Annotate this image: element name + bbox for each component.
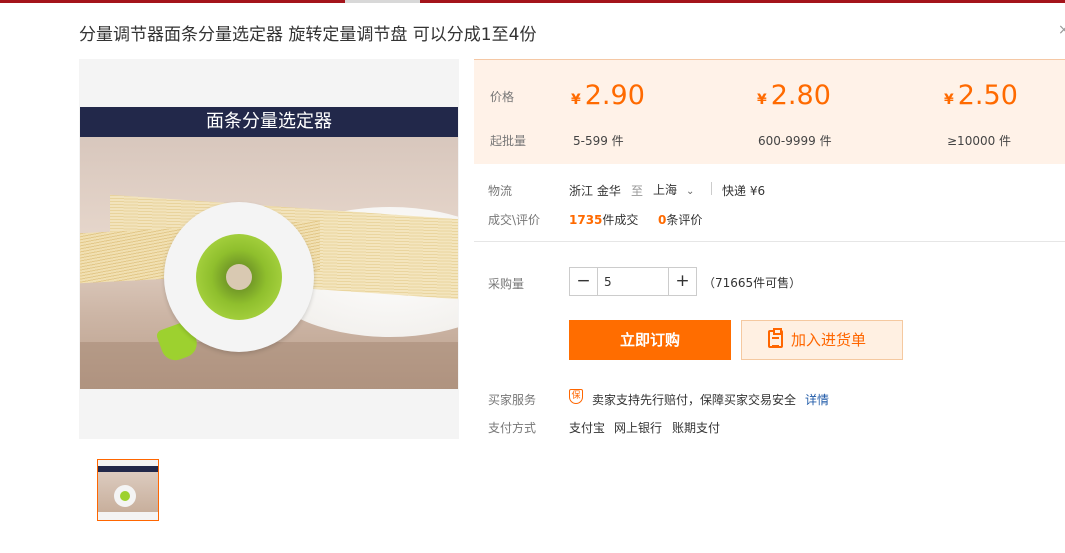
increase-button[interactable]: + [668,268,696,295]
quantity-range-3: ≥10000 件 [947,134,1012,148]
quantity-range-1: 5-599 件 [573,134,624,148]
payment-label: 支付方式 [488,421,537,435]
quantity-label: 采购量 [488,277,525,291]
top-bar-highlight [345,0,420,3]
clipboard-icon [768,328,783,348]
add-to-list-label: 加入进货单 [791,331,867,349]
divider-vertical [711,182,712,195]
price-tier-2: ¥2.80 [757,80,831,111]
deal-count-suffix: 件成交 [602,213,639,227]
logistics-label: 物流 [488,184,513,198]
review-count[interactable]: 0条评价 [658,211,702,228]
ship-from: 浙江 金华 [569,184,621,198]
ship-to-select[interactable]: 上海 ⌄ [653,181,694,198]
service-details-link[interactable]: 详情 [805,391,829,408]
portion-tool-aperture [196,234,282,320]
decrease-button[interactable]: − [570,268,598,295]
price-value: 2.50 [957,80,1018,111]
product-image-gallery[interactable]: 面条分量选定器 [79,59,459,439]
deals-label: 成交\评价 [488,213,541,227]
thumbnail-tool [114,485,136,507]
thumbnail-tool-center [120,491,130,501]
product-title: 分量调节器面条分量选定器 旋转定量调节盘 可以分成1至4份 [79,25,537,45]
chevron-down-icon: ⌄ [686,186,695,197]
product-photo [80,137,458,389]
price-tier-3: ¥2.50 [944,80,1018,111]
price-label: 价格 [490,90,515,104]
currency-symbol: ¥ [757,92,767,108]
price-value: 2.90 [584,80,645,111]
close-icon[interactable]: × [1058,22,1065,38]
review-count-suffix: 条评价 [666,213,703,227]
quantity-stepper: − + [569,267,697,296]
services-label: 买家服务 [488,393,537,407]
price-value: 2.80 [770,80,831,111]
image-banner: 面条分量选定器 [80,107,458,137]
payment-method: 支付宝 [569,421,606,435]
ship-to-value: 上海 [653,183,678,197]
portion-tool-center [226,264,252,290]
top-bar [0,0,1065,3]
section-divider [474,241,1065,242]
moq-label: 起批量 [490,134,527,148]
available-stock: （71665件可售） [703,276,802,290]
deal-count-value: 1735 [569,213,603,227]
ship-to-word: 至 [631,184,644,198]
deal-count[interactable]: 1735件成交 [569,211,638,228]
express-fee: 快递 ¥6 [722,184,766,198]
payment-method: 账期支付 [672,421,721,435]
table-surface [80,342,458,389]
add-to-list-button[interactable]: 加入进货单 [741,320,903,360]
quantity-range-2: 600-9999 件 [758,134,832,148]
price-tier-1: ¥2.90 [571,80,645,111]
currency-symbol: ¥ [944,92,954,108]
shield-icon: 保 [569,389,583,404]
service-text: 卖家支持先行赔付，保障买家交易安全 [592,393,797,407]
thumbnail-1[interactable] [97,459,159,521]
payment-method: 网上银行 [614,421,663,435]
quantity-input[interactable] [598,268,667,295]
portion-tool-graphic [164,202,314,352]
buy-now-button[interactable]: 立即订购 [569,320,731,360]
currency-symbol: ¥ [571,92,581,108]
